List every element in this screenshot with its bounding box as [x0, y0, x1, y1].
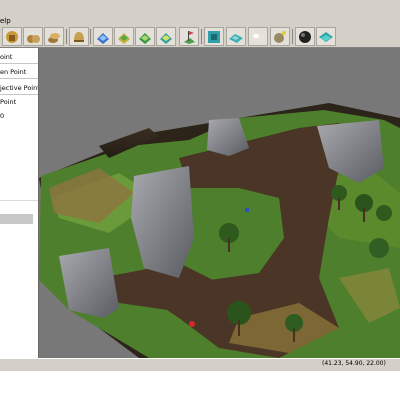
tiles-green-icon[interactable] [135, 27, 155, 46]
light-icon[interactable] [270, 27, 290, 46]
tiles-blue-icon[interactable] [93, 27, 113, 46]
selected-row[interactable] [0, 214, 33, 224]
menu-bar: elp [0, 0, 400, 27]
object-list-panel: oint en Point jective Point Point 0 [0, 48, 39, 358]
cursor-coordinates: (41.23, 54.90, 22.00) [322, 360, 386, 367]
unit-icon[interactable] [2, 27, 22, 46]
property-value: 0 [0, 112, 5, 120]
bags-icon[interactable] [23, 27, 43, 46]
cloud-icon[interactable] [226, 27, 246, 46]
helmet-icon[interactable] [69, 27, 89, 46]
sound-icon[interactable] [248, 27, 268, 46]
water-icon[interactable] [295, 27, 315, 46]
tiles-yellow-icon[interactable] [114, 27, 134, 46]
coins-icon[interactable] [44, 27, 64, 46]
list-item[interactable]: Point [0, 98, 16, 106]
list-item[interactable]: oint [0, 53, 12, 61]
tile-paint-icon[interactable] [316, 27, 336, 46]
terrain-icon[interactable] [204, 27, 224, 46]
toolbar [0, 26, 400, 48]
list-item[interactable]: en Point [0, 68, 26, 76]
menu-help[interactable]: elp [0, 17, 11, 25]
flag-icon[interactable] [179, 27, 199, 46]
map-viewport[interactable] [39, 48, 400, 358]
tiles-teal-icon[interactable] [156, 27, 176, 46]
terrain-render [39, 103, 400, 358]
list-item[interactable]: jective Point [0, 84, 38, 92]
